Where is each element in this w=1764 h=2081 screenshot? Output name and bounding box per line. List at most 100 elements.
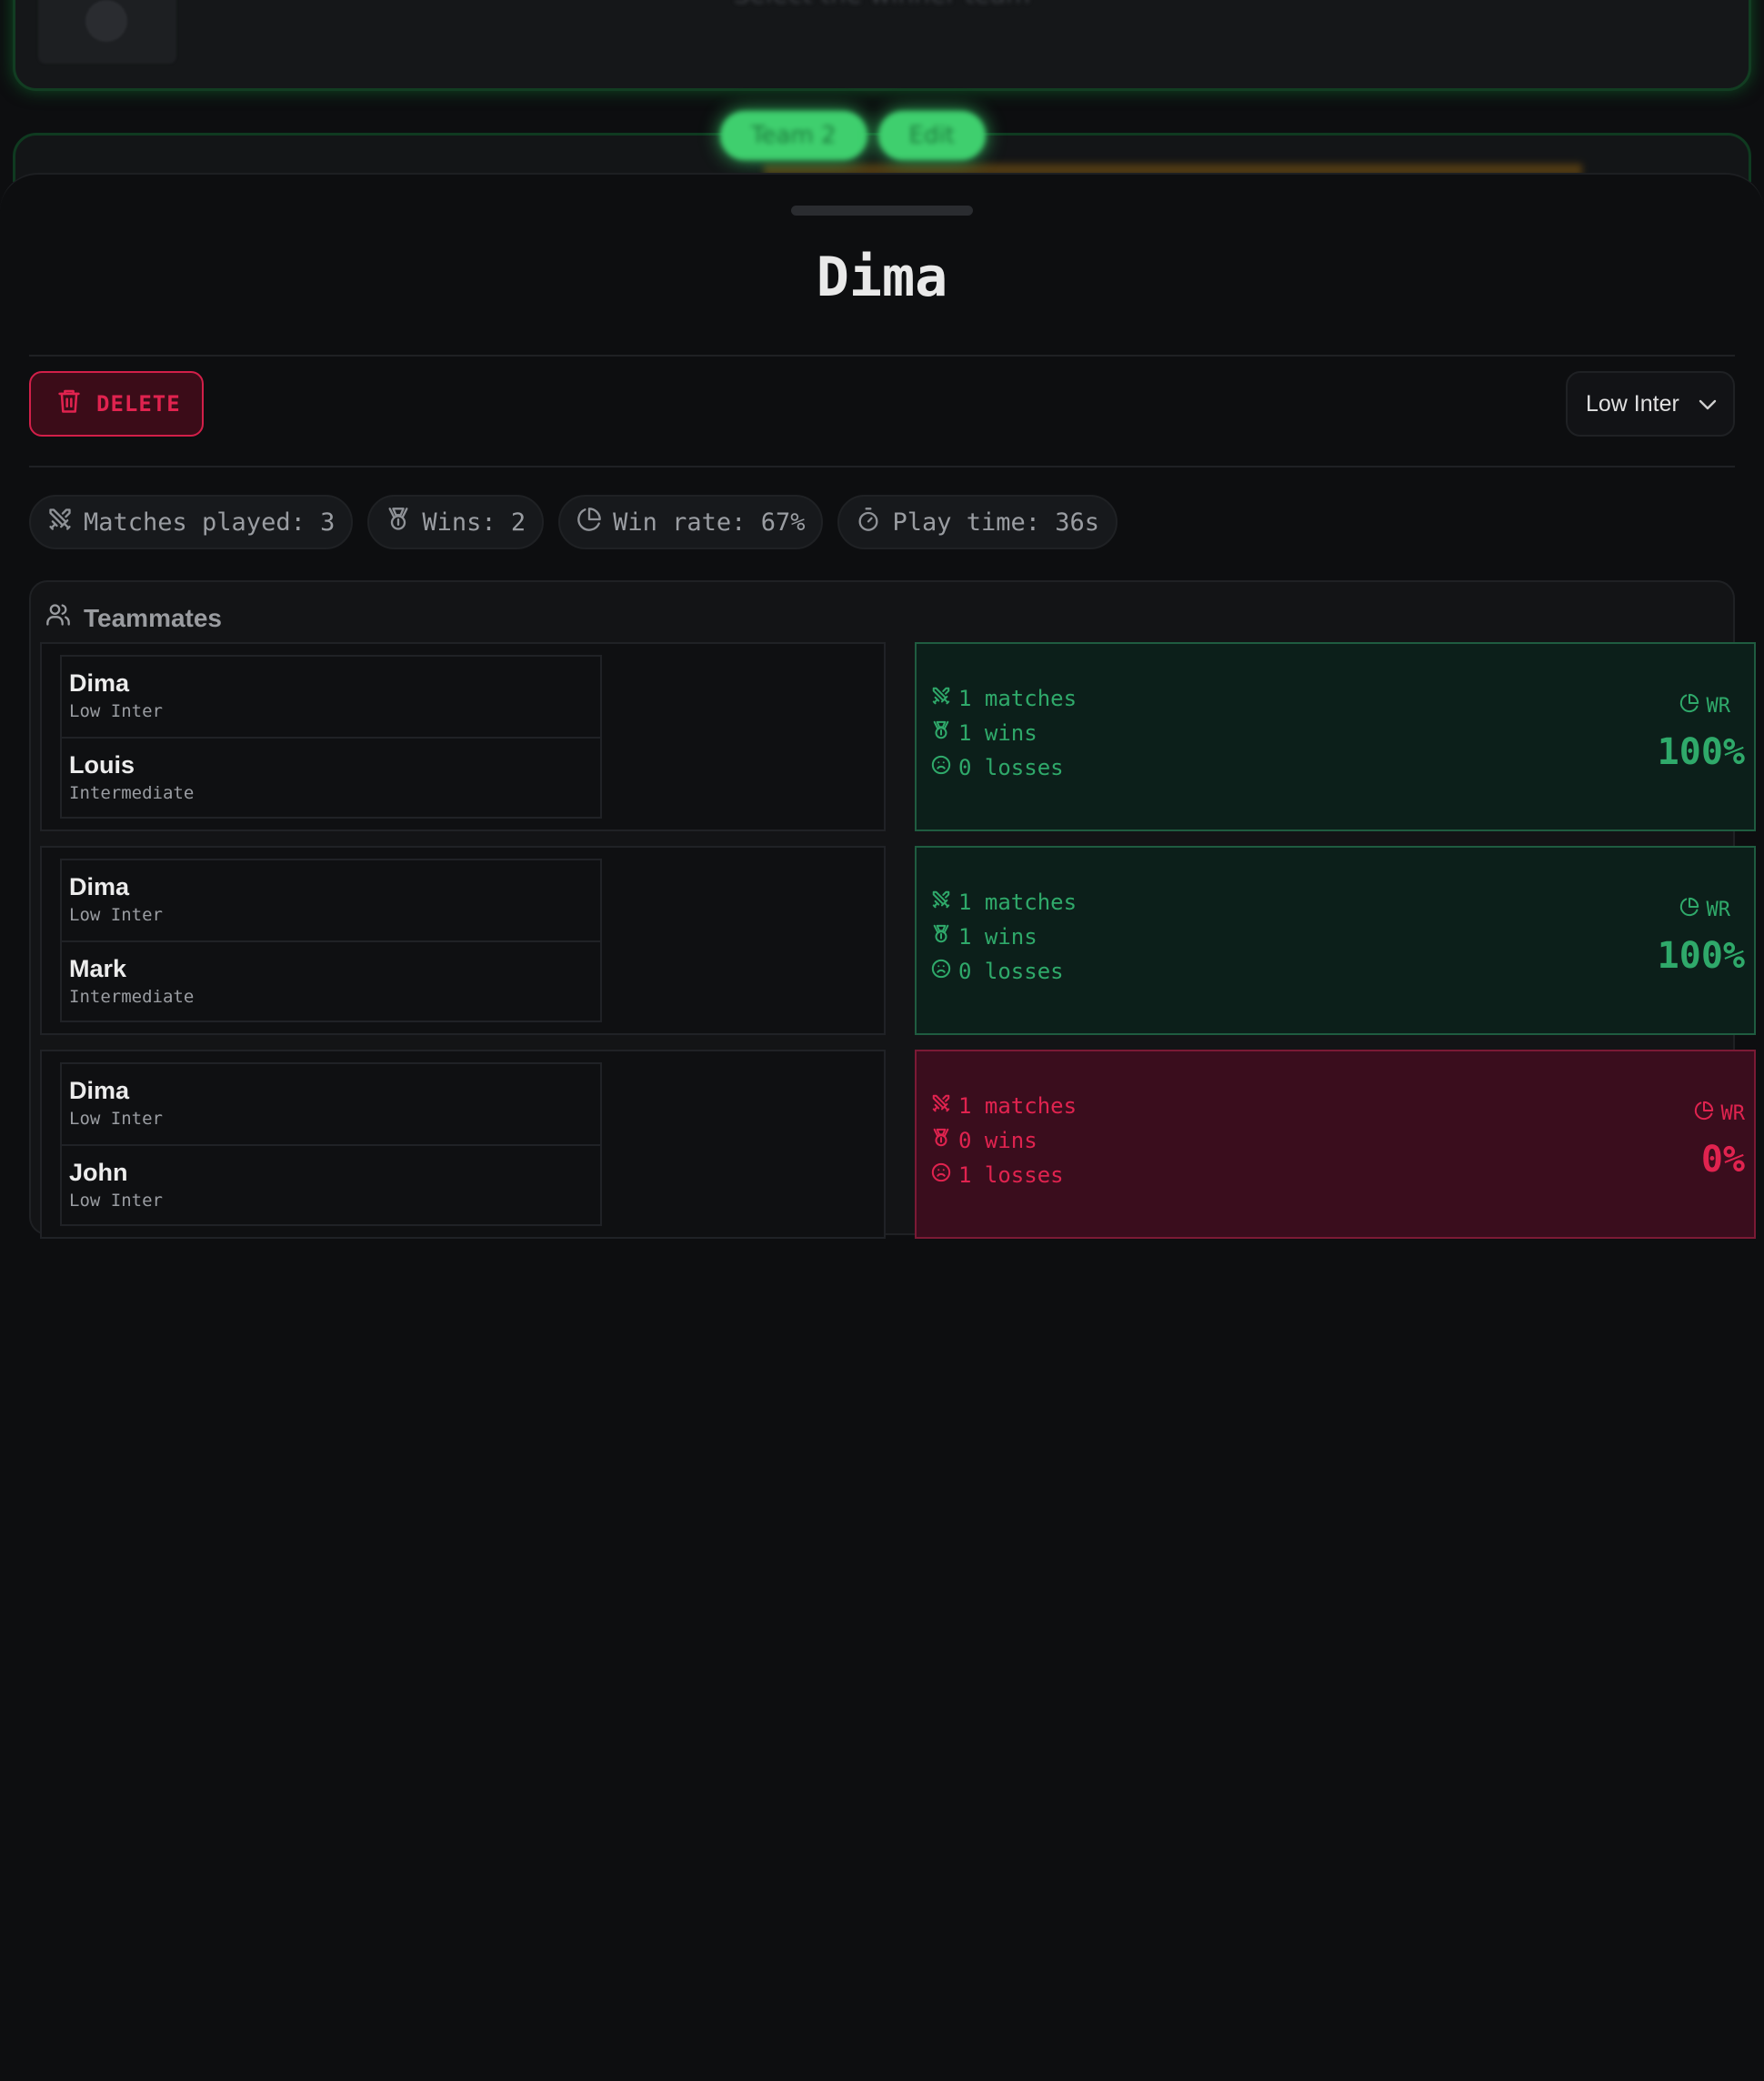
player-level: Low Inter <box>69 905 163 925</box>
player-level: Intermediate <box>69 987 195 1007</box>
background-pills: Team 2 Edit <box>720 111 986 160</box>
pair-losses: 1 losses <box>931 1162 1077 1188</box>
background-screen: Select the winner team Team 2 Edit <box>0 0 1764 182</box>
pair-wins-text: 0 wins <box>958 1128 1037 1153</box>
pair-matches-text: 1 matches <box>958 890 1077 915</box>
pair-losses-text: 0 losses <box>958 959 1064 984</box>
player-name: Dima <box>69 669 130 697</box>
medal-icon <box>931 1128 951 1153</box>
player-level: Low Inter <box>69 701 163 721</box>
medal-icon <box>386 507 411 538</box>
team-pair: Dima Low Inter John Low Inter <box>40 1050 886 1239</box>
matches-played-text: Matches played: 3 <box>84 508 336 537</box>
team-players: Dima Low Inter John Low Inter <box>60 1062 602 1226</box>
win-rate-value: 100% <box>1657 935 1745 977</box>
teammate-row[interactable]: Dima Low Inter Louis Intermediate 1 matc… <box>40 642 1756 831</box>
player-level: Low Inter <box>69 1191 163 1211</box>
pair-wins-text: 1 wins <box>958 720 1037 746</box>
wr-label-text: WR <box>1706 898 1731 921</box>
player-name: Dima <box>69 1077 130 1104</box>
player-entry: Mark Intermediate <box>62 940 600 1022</box>
player-entry: John Low Inter <box>62 1144 600 1226</box>
pair-stats-win: 1 matches 1 wins 0 losses WR 100% <box>915 642 1756 831</box>
background-pill-edit: Edit <box>877 111 986 160</box>
teammates-header: Teammates <box>45 602 222 634</box>
swords-icon <box>931 1093 951 1119</box>
player-name: Dima <box>69 873 130 900</box>
swords-icon <box>931 686 951 711</box>
win-rate-value: 0% <box>1700 1139 1745 1181</box>
pair-wins-text: 1 wins <box>958 924 1037 950</box>
divider <box>29 466 1735 467</box>
teammates-section: Teammates Dima Low Inter Louis Intermedi… <box>29 580 1756 1239</box>
player-sheet: Dima DELETE Low Inter Matches played: 3 … <box>0 173 1764 2081</box>
sheet-title: Dima <box>816 246 948 309</box>
pair-losses: 0 losses <box>931 755 1077 780</box>
play-time-chip: Play time: 36s <box>837 495 1118 549</box>
frown-icon <box>931 755 951 780</box>
stats-chips: Matches played: 3 Wins: 2 Win rate: 67% <box>29 495 1118 549</box>
matches-played-chip: Matches played: 3 <box>29 495 354 549</box>
pair-losses: 0 losses <box>931 959 1077 984</box>
wins-chip: Wins: 2 <box>367 495 545 549</box>
background-card: Select the winner team <box>13 0 1751 91</box>
team-pair: Dima Low Inter Louis Intermediate <box>40 642 886 831</box>
win-rate-label: WR <box>1694 1101 1746 1126</box>
team-pair: Dima Low Inter Mark Intermediate <box>40 846 886 1035</box>
player-name: John <box>69 1159 128 1186</box>
pair-matches: 1 matches <box>931 890 1077 915</box>
level-select[interactable]: Low Inter <box>1566 371 1735 437</box>
swords-icon <box>47 507 73 538</box>
team-players: Dima Low Inter Mark Intermediate <box>60 859 602 1022</box>
player-level: Low Inter <box>69 1109 163 1129</box>
sheet-drag-handle[interactable] <box>791 206 973 216</box>
win-rate-label: WR <box>1679 693 1731 719</box>
pie-chart-icon <box>1694 1101 1714 1126</box>
win-rate-value: 100% <box>1657 731 1745 773</box>
background-card-text: Select the winner team <box>15 0 1749 9</box>
swords-icon <box>931 890 951 915</box>
pair-stats-loss: 1 matches 0 wins 1 losses WR 0% <box>915 1050 1756 1239</box>
delete-button[interactable]: DELETE <box>29 371 204 437</box>
medal-icon <box>931 924 951 950</box>
player-entry: Louis Intermediate <box>62 737 600 819</box>
pair-matches: 1 matches <box>931 686 1077 711</box>
pair-matches: 1 matches <box>931 1093 1077 1119</box>
divider <box>29 355 1735 357</box>
pair-wins: 0 wins <box>931 1128 1077 1153</box>
pie-chart-icon <box>576 507 602 538</box>
pair-matches-text: 1 matches <box>958 1093 1077 1119</box>
timer-icon <box>856 507 881 538</box>
player-name: Louis <box>69 751 135 779</box>
wins-text: Wins: 2 <box>422 508 526 537</box>
frown-icon <box>931 959 951 984</box>
pair-wins: 1 wins <box>931 720 1077 746</box>
play-time-text: Play time: 36s <box>892 508 1100 537</box>
background-avatar <box>38 0 176 64</box>
frown-icon <box>931 1162 951 1188</box>
pair-losses-text: 0 losses <box>958 755 1064 780</box>
delete-label: DELETE <box>96 391 181 417</box>
background-pill-team: Team 2 <box>720 111 867 160</box>
player-level: Intermediate <box>69 783 195 803</box>
player-entry: Dima Low Inter <box>62 859 600 940</box>
team-players: Dima Low Inter Louis Intermediate <box>60 655 602 819</box>
player-entry: Dima Low Inter <box>62 655 600 737</box>
pair-losses-text: 1 losses <box>958 1162 1064 1188</box>
teammates-title: Teammates <box>84 603 223 632</box>
pair-wins: 1 wins <box>931 924 1077 950</box>
win-rate-label: WR <box>1679 897 1731 922</box>
player-name: Mark <box>69 955 127 982</box>
player-entry: Dima Low Inter <box>62 1062 600 1144</box>
wr-label-text: WR <box>1720 1101 1746 1125</box>
pair-stats-win: 1 matches 1 wins 0 losses WR 100% <box>915 846 1756 1035</box>
teammate-row[interactable]: Dima Low Inter Mark Intermediate 1 match… <box>40 846 1756 1035</box>
level-select-value: Low Inter <box>1586 390 1679 417</box>
pie-chart-icon <box>1679 693 1699 719</box>
win-rate-chip: Win rate: 67% <box>558 495 824 549</box>
medal-icon <box>931 720 951 746</box>
teammate-row[interactable]: Dima Low Inter John Low Inter 1 matches <box>40 1050 1756 1239</box>
wr-label-text: WR <box>1706 694 1731 718</box>
pair-matches-text: 1 matches <box>958 686 1077 711</box>
chevron-down-icon <box>1698 391 1718 417</box>
